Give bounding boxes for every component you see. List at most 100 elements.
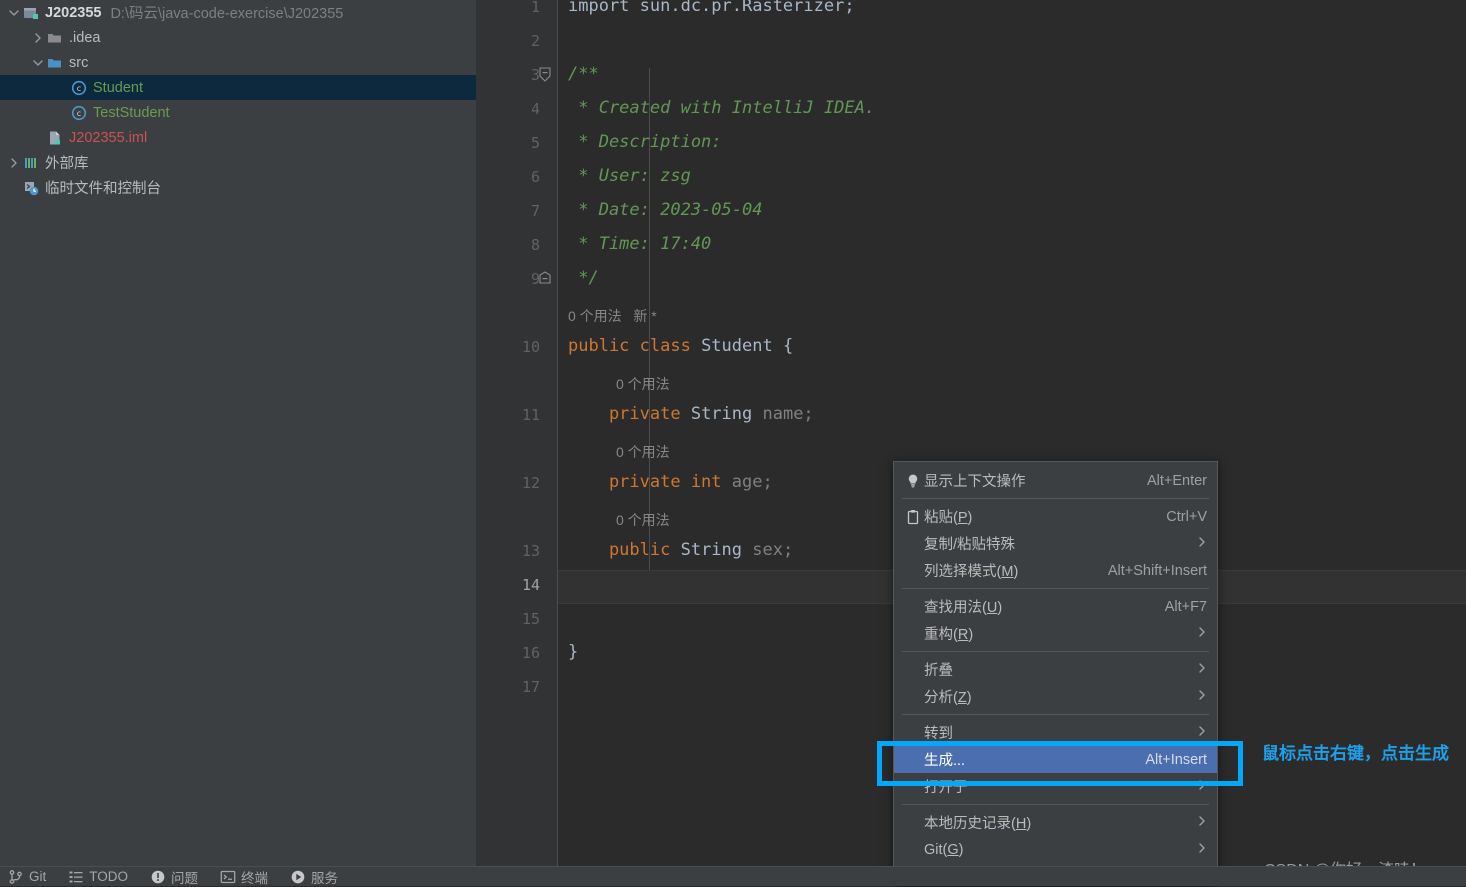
menu-separator xyxy=(902,651,1209,652)
chevron-right-icon[interactable] xyxy=(30,25,46,50)
code-token: private xyxy=(568,404,691,424)
code-line[interactable]: public String sex; xyxy=(568,540,793,560)
submenu-chevron-right-icon xyxy=(1197,841,1207,858)
tree-item-[interactable]: 外部库 xyxy=(0,150,476,175)
line-number: 11 xyxy=(521,406,540,424)
menu-item-生成[interactable]: 生成... Alt+Insert xyxy=(894,746,1217,773)
fold-end-icon[interactable] xyxy=(538,271,552,292)
menu-item-显示上下文操作[interactable]: 显示上下文操作 Alt+Enter xyxy=(894,467,1217,494)
line-number: 2 xyxy=(530,32,540,50)
code-token: import sun.dc.pr.Rasterizer; xyxy=(568,0,855,16)
menu-separator xyxy=(902,804,1209,805)
fold-collapse-icon[interactable] xyxy=(538,67,552,88)
menu-item-label: 分析(Z) xyxy=(924,690,972,706)
code-token: * Time: 17:40 xyxy=(568,234,712,254)
tree-item-src[interactable]: src xyxy=(0,50,476,75)
line-number: 13 xyxy=(521,542,540,560)
menu-item-复制/粘贴特殊[interactable]: 复制/粘贴特殊 xyxy=(894,530,1217,557)
code-token: sex; xyxy=(752,540,794,560)
line-number: 12 xyxy=(521,474,540,492)
menu-item-粘贴[interactable]: 粘贴(P) Ctrl+V xyxy=(894,503,1217,530)
source-folder-icon xyxy=(46,50,64,75)
line-number: 4 xyxy=(530,100,540,118)
line-number: 7 xyxy=(530,202,540,220)
code-line[interactable]: } xyxy=(568,642,578,662)
code-token: /** xyxy=(568,64,599,84)
annotation-text: 鼠标点击右键，点击生成 xyxy=(1262,744,1449,763)
code-token: private int xyxy=(568,472,732,492)
folder-icon xyxy=(46,25,64,50)
code-line[interactable]: public class Student { xyxy=(568,336,793,356)
menu-item-label: 生成... xyxy=(924,753,966,769)
editor-gutter[interactable]: 1 2 3 4 5 6 7 8 9 10 11 12 13 14 15 16 17 xyxy=(476,0,558,866)
status-tool-git[interactable]: Git xyxy=(8,869,46,885)
menu-item-label: 粘贴(P) xyxy=(924,510,973,526)
code-line[interactable]: */ xyxy=(568,268,599,288)
menu-item-查找用法[interactable]: 查找用法(U) Alt+F7 xyxy=(894,593,1217,620)
code-line[interactable]: * Description: xyxy=(568,132,721,152)
inlay-hint-usages[interactable]: 0 个用法 xyxy=(616,374,670,394)
menu-item-Git[interactable]: Git(G) xyxy=(894,836,1217,863)
inlay-hint-usages[interactable]: 0 个用法 xyxy=(616,510,670,530)
inlay-hint-usages[interactable]: 0 个用法 xyxy=(616,442,670,462)
chevron-down-icon[interactable] xyxy=(30,50,46,75)
menu-item-shortcut: Ctrl+V xyxy=(1166,508,1207,525)
tree-item-j202355-iml[interactable]: J202355.iml xyxy=(0,125,476,150)
code-line[interactable]: private String name; xyxy=(568,404,814,424)
tree-item-student[interactable]: c Student xyxy=(0,75,476,100)
status-tool-label: TODO xyxy=(89,869,129,884)
tree-item-[interactable]: 临时文件和控制台 xyxy=(0,175,476,200)
menu-item-重构[interactable]: 重构(R) xyxy=(894,620,1217,647)
bottom-tool-window-bar[interactable]: Git TODO 问题 终端 服务 xyxy=(0,866,1466,886)
line-number: 16 xyxy=(521,644,540,662)
menu-item-转到[interactable]: 转到 xyxy=(894,719,1217,746)
code-line[interactable]: import sun.dc.pr.Rasterizer; xyxy=(568,0,855,16)
todo-list-icon xyxy=(68,869,84,885)
code-line[interactable]: * Created with IntelliJ IDEA. xyxy=(568,98,875,118)
menu-item-label: 查找用法(U) xyxy=(924,600,1003,616)
lightbulb-icon xyxy=(902,473,924,489)
code-line[interactable]: /** xyxy=(568,64,599,84)
services-run-icon xyxy=(290,869,306,885)
code-token: * Date: 2023-05-04 xyxy=(568,200,763,220)
tree-item-label: J202355 xyxy=(45,4,102,21)
problems-icon xyxy=(150,869,166,885)
status-tool-服务[interactable]: 服务 xyxy=(290,867,338,887)
menu-item-label: Git(G) xyxy=(924,841,964,858)
chevron-down-icon[interactable] xyxy=(6,0,22,25)
tree-item-teststudent[interactable]: c TestStudent xyxy=(0,100,476,125)
tree-item-label: 外部库 xyxy=(45,156,89,172)
menu-item-折叠[interactable]: 折叠 xyxy=(894,656,1217,683)
menu-item-shortcut: Alt+Enter xyxy=(1146,472,1207,489)
line-number: 5 xyxy=(530,134,540,152)
code-line[interactable]: * User: zsg xyxy=(568,166,691,186)
code-line[interactable]: private int age; xyxy=(568,472,773,492)
tree-item-path: D:\码云\java-code-exercise\J202355 xyxy=(110,6,344,22)
tree-item-label: .idea xyxy=(69,29,101,46)
submenu-chevron-right-icon xyxy=(1197,661,1207,678)
inlay-hint-usages[interactable]: 0 个用法 新 * xyxy=(568,306,657,326)
status-tool-todo[interactable]: TODO xyxy=(68,869,128,885)
status-tool-问题[interactable]: 问题 xyxy=(150,867,198,887)
menu-item-打开于[interactable]: 打开于 xyxy=(894,773,1217,800)
line-number: 8 xyxy=(530,236,540,254)
line-number: 6 xyxy=(530,168,540,186)
svg-text:c: c xyxy=(77,109,81,118)
code-token: */ xyxy=(568,268,599,288)
line-number: 10 xyxy=(521,338,540,356)
editor-context-menu[interactable]: 显示上下文操作 Alt+Enter 粘贴(P) Ctrl+V 复制/粘贴特殊 列选择模式(… xyxy=(893,461,1218,886)
java-class-icon: c xyxy=(70,100,88,125)
code-token: String xyxy=(680,540,753,560)
project-tree-panel[interactable]: J202355 D:\码云\java-code-exercise\J202355.… xyxy=(0,0,476,866)
tree-item-j202355[interactable]: J202355 D:\码云\java-code-exercise\J202355 xyxy=(0,0,476,25)
status-tool-终端[interactable]: 终端 xyxy=(220,867,268,887)
intellij-idea-window: J202355 D:\码云\java-code-exercise\J202355.… xyxy=(0,0,1466,886)
chevron-right-icon[interactable] xyxy=(6,150,22,175)
menu-item-本地历史记录[interactable]: 本地历史记录(H) xyxy=(894,809,1217,836)
line-number: 14 xyxy=(521,576,540,594)
menu-item-列选择模式[interactable]: 列选择模式(M) Alt+Shift+Insert xyxy=(894,557,1217,584)
code-line[interactable]: * Date: 2023-05-04 xyxy=(568,200,762,220)
menu-item-分析[interactable]: 分析(Z) xyxy=(894,683,1217,710)
code-line[interactable]: * Time: 17:40 xyxy=(568,234,711,254)
tree-item-idea[interactable]: .idea xyxy=(0,25,476,50)
